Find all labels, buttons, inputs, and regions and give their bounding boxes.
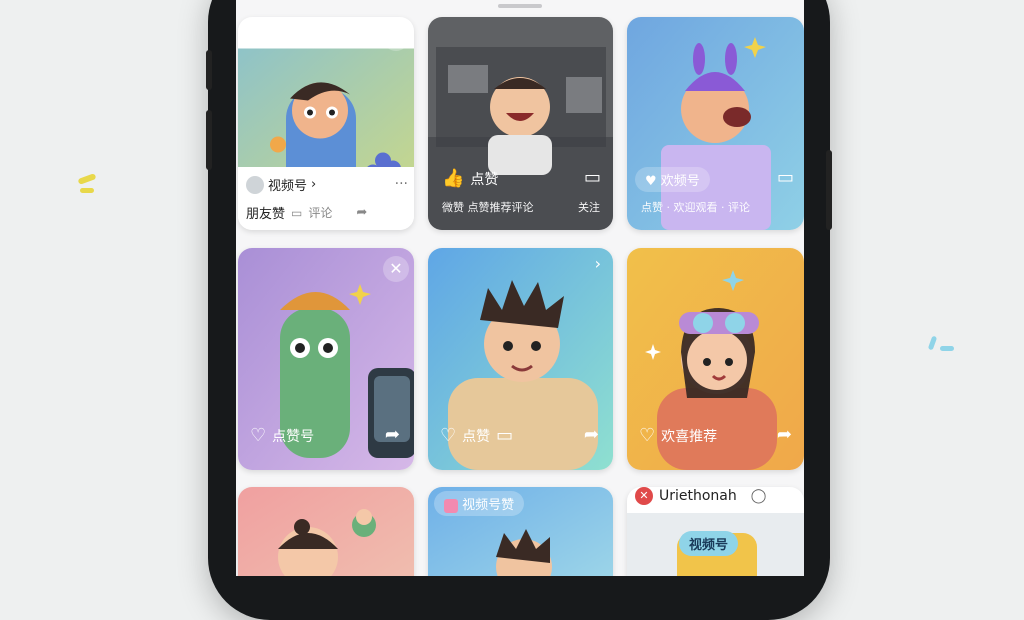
video-card-1[interactable]: ✕ 视频号 › ··· 朋友赞 ▭ 评论 ➦ [238, 17, 414, 230]
card-2-caption: 微赞 点赞推荐评论 [442, 201, 534, 214]
card-4-like-label: 点赞号 [272, 429, 315, 445]
card-5-like-row[interactable]: ♡ 点赞 ▭ [440, 426, 513, 446]
card-2-like-label: 点赞 [470, 172, 499, 188]
card-9-title: Uriethonah [659, 488, 737, 504]
card-5-share-icon[interactable]: ➦ [584, 426, 599, 444]
card-6-share-icon[interactable]: ➦ [777, 426, 792, 444]
card-9-badge: 视频号 [679, 531, 739, 556]
channel-row[interactable]: 视频号 › [246, 175, 316, 194]
avatar [246, 175, 264, 194]
card-3-like-chip[interactable]: ♥ 欢频号 [635, 167, 710, 192]
comment-icon[interactable]: ▭ [496, 427, 513, 445]
card-8-tag-chip[interactable]: 视频号赞 [434, 491, 525, 516]
card-3-like-label: 欢频号 [660, 174, 700, 189]
friend-row: 朋友赞 ▭ 评论 ➦ [246, 203, 367, 222]
card-2-like-row[interactable]: 👍 点赞 [442, 169, 498, 189]
card-3-comment-icon[interactable]: ▭ [777, 169, 794, 187]
more-icon[interactable]: ··· [395, 177, 408, 191]
card-7-thumbnail [238, 487, 414, 576]
thumbs-up-icon: 👍 [442, 168, 465, 189]
video-card-5[interactable]: › ♡ 点赞 ▭ ➦ [428, 248, 613, 470]
card-4-share-icon[interactable]: ➦ [385, 426, 400, 444]
card-9-badge-label: 视频号 [689, 538, 729, 553]
card-2-follow-label[interactable]: 关注 [578, 199, 600, 215]
video-card-3[interactable]: ♥ 欢频号 ▭ 点赞 · 欢迎观看 · 评论 [627, 17, 804, 230]
deco-mark-yellow-2 [80, 188, 94, 193]
channel-logo-icon: ✕ [635, 487, 653, 505]
share-icon[interactable]: ➦ [356, 206, 367, 219]
channel-logo-icon [444, 498, 458, 513]
video-card-8[interactable]: 视频号赞 [428, 487, 613, 576]
heart-outline-icon: ♡ [250, 425, 267, 446]
heart-outline-icon: ♡ [440, 425, 457, 446]
card-4-like-row[interactable]: ♡ 点赞号 [250, 426, 314, 446]
card-4-close-icon[interactable]: ✕ [383, 256, 409, 282]
card-5-like-label: 点赞 [462, 429, 491, 445]
drag-handle[interactable] [498, 4, 542, 8]
heart-icon: ♥ [645, 174, 657, 189]
video-card-7[interactable] [238, 487, 414, 576]
comment-icon[interactable]: ◯ [751, 489, 767, 503]
chevron-right-icon: › [311, 177, 317, 192]
friend-label: 朋友赞 [246, 207, 286, 222]
card-5-chevron-icon[interactable]: › [595, 256, 601, 272]
comment-icon[interactable]: ▭ [291, 207, 302, 219]
deco-mark-blue [927, 335, 938, 351]
video-card-4[interactable]: ✕ ♡ 点赞号 ➦ [238, 248, 414, 470]
phone-side-button-3 [826, 150, 832, 230]
phone-side-button [206, 50, 212, 90]
video-card-9[interactable]: ✕ Uriethonah ◯ 视频号 [627, 487, 804, 576]
card-2-comment-icon[interactable]: ▭ [584, 169, 601, 187]
phone-side-button-2 [206, 110, 212, 170]
card-6-like-row[interactable]: ♡ 欢喜推荐 [639, 426, 717, 446]
deco-mark-yellow [77, 173, 97, 185]
comment-label[interactable]: 评论 [308, 204, 332, 221]
card-9-header[interactable]: ✕ Uriethonah ◯ [635, 487, 766, 505]
card-6-like-label: 欢喜推荐 [661, 429, 718, 445]
video-card-2[interactable]: 👍 点赞 ▭ 微赞 点赞推荐评论 关注 [428, 17, 613, 230]
card-1-info-panel: 视频号 › ··· 朋友赞 ▭ 评论 ➦ [238, 167, 414, 230]
heart-outline-icon: ♡ [639, 425, 656, 446]
deco-mark-blue-2 [940, 346, 954, 351]
card-8-tag-label: 视频号赞 [462, 498, 515, 513]
phone-screen: ✕ 视频号 › ··· 朋友赞 ▭ 评论 ➦ 👍 点赞 ▭ 微赞 点赞推荐评论 … [236, 0, 804, 576]
channel-label: 视频号 [268, 179, 308, 194]
card-3-caption: 点赞 · 欢迎观看 · 评论 [641, 201, 750, 214]
card-1-close-icon[interactable]: ✕ [383, 25, 409, 51]
video-card-6[interactable]: ♡ 欢喜推荐 ➦ [627, 248, 804, 470]
